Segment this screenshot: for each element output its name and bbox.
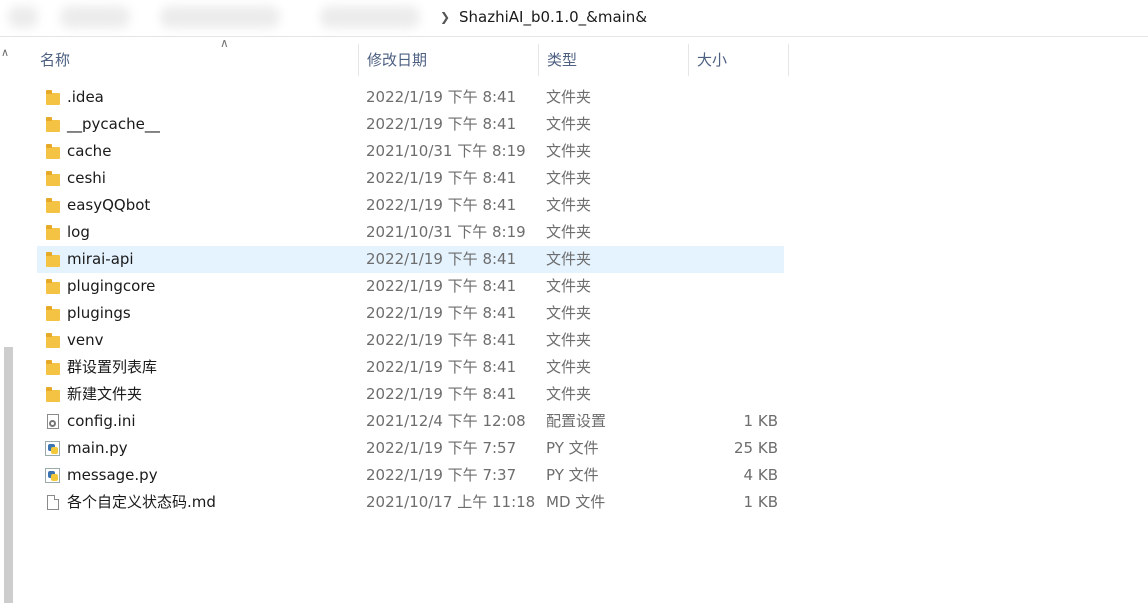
- folder-icon: [43, 197, 60, 213]
- file-modified-date: 2022/1/19 下午 8:41: [366, 385, 517, 403]
- file-modified-date: 2022/1/19 下午 7:57: [366, 439, 517, 457]
- file-modified-date: 2022/1/19 下午 7:37: [366, 466, 517, 484]
- file-name: log: [67, 223, 90, 241]
- file-size: 25 KB: [734, 439, 778, 457]
- file-modified-date: 2021/10/31 下午 8:19: [366, 223, 526, 241]
- file-type: 文件夹: [546, 223, 592, 241]
- file-row[interactable]: main.py 2022/1/19 下午 7:57 PY 文件 25 KB: [37, 435, 784, 462]
- file-type: PY 文件: [546, 439, 599, 457]
- blurred-path-segment: [8, 6, 38, 28]
- file-row[interactable]: log 2021/10/31 下午 8:19 文件夹: [37, 219, 784, 246]
- vertical-scrollbar[interactable]: ∧: [0, 37, 13, 603]
- folder-icon: [43, 332, 60, 348]
- scrollbar-thumb[interactable]: [4, 347, 13, 603]
- python-file-icon: [43, 467, 60, 483]
- blurred-path-segment: [160, 6, 280, 28]
- file-row[interactable]: 各个自定义状态码.md 2021/10/17 上午 11:18 MD 文件 1 KB: [37, 489, 784, 516]
- file-type: 文件夹: [546, 142, 592, 160]
- file-type: 文件夹: [546, 277, 592, 295]
- file-type: 文件夹: [546, 250, 592, 268]
- file-name: main.py: [67, 439, 128, 457]
- file-size: 4 KB: [743, 466, 778, 484]
- file-name: 各个自定义状态码.md: [67, 493, 216, 511]
- folder-icon: [43, 359, 60, 375]
- folder-icon: [43, 116, 60, 132]
- file-type: 文件夹: [546, 169, 592, 187]
- folder-icon: [43, 89, 60, 105]
- folder-icon: [43, 143, 60, 159]
- file-row[interactable]: cache 2021/10/31 下午 8:19 文件夹: [37, 138, 784, 165]
- file-name: plugings: [67, 304, 131, 322]
- file-modified-date: 2022/1/19 下午 8:41: [366, 169, 517, 187]
- file-row[interactable]: .idea 2022/1/19 下午 8:41 文件夹: [37, 84, 784, 111]
- file-size: 1 KB: [743, 493, 778, 511]
- file-name: easyQQbot: [67, 196, 151, 214]
- column-header-date[interactable]: 修改日期: [359, 44, 539, 76]
- file-row[interactable]: __pycache__ 2022/1/19 下午 8:41 文件夹: [37, 111, 784, 138]
- file-modified-date: 2021/10/17 上午 11:18: [366, 493, 536, 511]
- file-name: config.ini: [67, 412, 136, 430]
- folder-icon: [43, 386, 60, 402]
- file-modified-date: 2022/1/19 下午 8:41: [366, 250, 517, 268]
- file-name: cache: [67, 142, 112, 160]
- scroll-up-icon[interactable]: ∧: [1, 46, 9, 59]
- file-type: MD 文件: [546, 493, 606, 511]
- file-type: 文件夹: [546, 385, 592, 403]
- file-modified-date: 2022/1/19 下午 8:41: [366, 196, 517, 214]
- file-type: 文件夹: [546, 358, 592, 376]
- file-row[interactable]: message.py 2022/1/19 下午 7:37 PY 文件 4 KB: [37, 462, 784, 489]
- file-modified-date: 2022/1/19 下午 8:41: [366, 88, 517, 106]
- file-type: 文件夹: [546, 88, 592, 106]
- folder-icon: [43, 305, 60, 321]
- file-name: message.py: [67, 466, 158, 484]
- file-size: 1 KB: [743, 412, 778, 430]
- chevron-right-icon[interactable]: ❯: [440, 10, 450, 24]
- file-name: ceshi: [67, 169, 106, 187]
- folder-icon: [43, 224, 60, 240]
- breadcrumb-current[interactable]: ShazhiAI_b0.1.0_&main&: [459, 8, 647, 26]
- file-row[interactable]: 群设置列表库 2022/1/19 下午 8:41 文件夹: [37, 354, 784, 381]
- file-row[interactable]: 新建文件夹 2022/1/19 下午 8:41 文件夹: [37, 381, 784, 408]
- folder-icon: [43, 170, 60, 186]
- file-row[interactable]: mirai-api 2022/1/19 下午 8:41 文件夹: [37, 246, 784, 273]
- file-type: 文件夹: [546, 304, 592, 322]
- file-row[interactable]: venv 2022/1/19 下午 8:41 文件夹: [37, 327, 784, 354]
- column-header-row: ∧ 名称 修改日期 类型 大小: [30, 36, 790, 76]
- file-name: venv: [67, 331, 104, 349]
- column-header-type[interactable]: 类型: [539, 44, 689, 76]
- folder-icon: [43, 251, 60, 267]
- document-file-icon: [43, 494, 59, 510]
- file-name: 新建文件夹: [67, 385, 143, 403]
- file-row[interactable]: plugingcore 2022/1/19 下午 8:41 文件夹: [37, 273, 784, 300]
- file-type: PY 文件: [546, 466, 599, 484]
- file-row[interactable]: ceshi 2022/1/19 下午 8:41 文件夹: [37, 165, 784, 192]
- folder-icon: [43, 278, 60, 294]
- file-name: mirai-api: [67, 250, 134, 268]
- file-row[interactable]: config.ini 2021/12/4 下午 12:08 配置设置 1 KB: [37, 408, 784, 435]
- file-type: 文件夹: [546, 331, 592, 349]
- python-file-icon: [43, 440, 60, 456]
- file-type: 配置设置: [546, 412, 607, 430]
- file-type: 文件夹: [546, 115, 592, 133]
- file-modified-date: 2021/12/4 下午 12:08: [366, 412, 526, 430]
- file-modified-date: 2021/10/31 下午 8:19: [366, 142, 526, 160]
- file-type: 文件夹: [546, 196, 592, 214]
- file-name: __pycache__: [67, 115, 160, 133]
- column-header-size[interactable]: 大小: [689, 44, 789, 76]
- file-row[interactable]: plugings 2022/1/19 下午 8:41 文件夹: [37, 300, 784, 327]
- file-modified-date: 2022/1/19 下午 8:41: [366, 277, 517, 295]
- file-row[interactable]: easyQQbot 2022/1/19 下午 8:41 文件夹: [37, 192, 784, 219]
- file-name: plugingcore: [67, 277, 156, 295]
- file-name: .idea: [67, 88, 104, 106]
- file-modified-date: 2022/1/19 下午 8:41: [366, 331, 517, 349]
- column-header-name[interactable]: 名称: [32, 44, 359, 76]
- blurred-path-segment: [320, 6, 420, 28]
- file-name: 群设置列表库: [67, 358, 158, 376]
- blurred-path-segment: [60, 6, 130, 28]
- file-modified-date: 2022/1/19 下午 8:41: [366, 115, 517, 133]
- file-modified-date: 2022/1/19 下午 8:41: [366, 304, 517, 322]
- file-modified-date: 2022/1/19 下午 8:41: [366, 358, 517, 376]
- address-bar[interactable]: ❯ ShazhiAI_b0.1.0_&main&: [0, 0, 1148, 37]
- settings-file-icon: [43, 413, 59, 429]
